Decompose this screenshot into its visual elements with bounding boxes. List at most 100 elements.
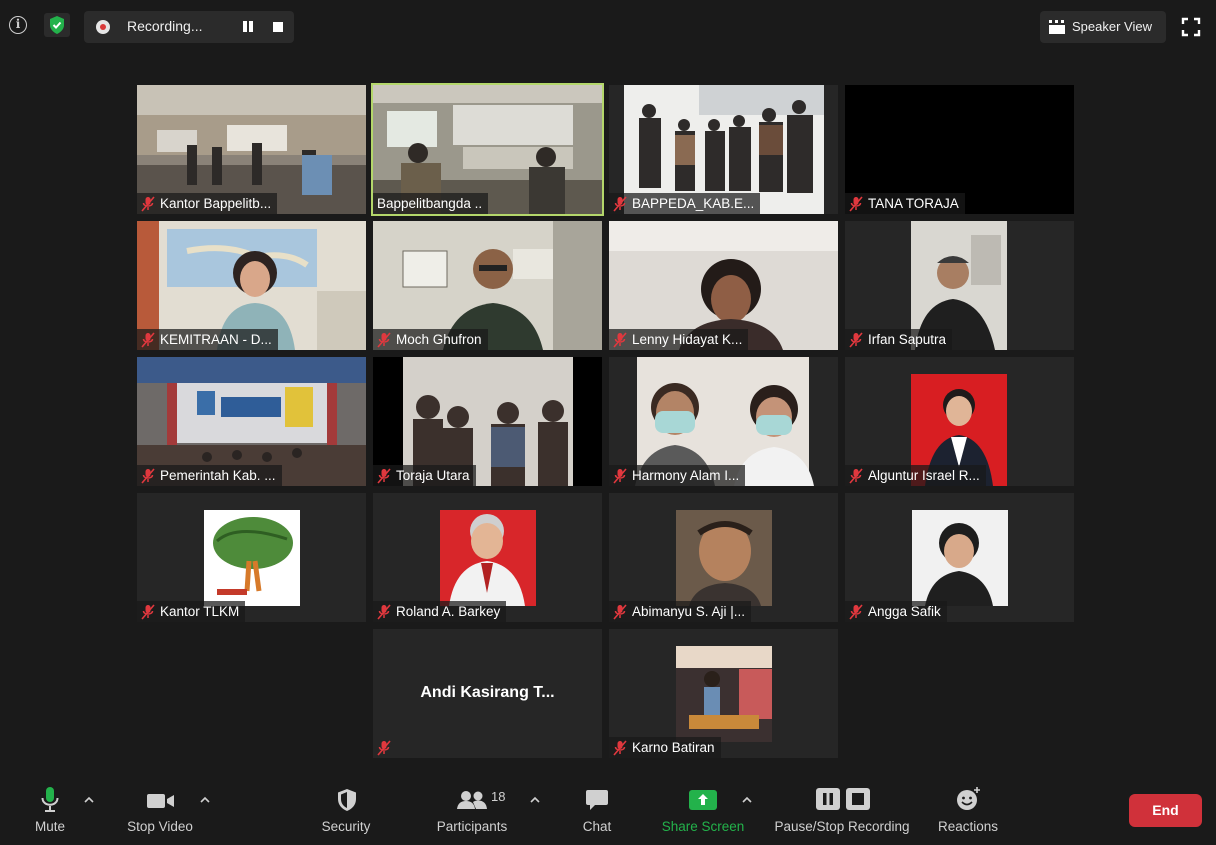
participant-name-tag: Pemerintah Kab. ... xyxy=(137,465,282,486)
smiley-reaction-icon xyxy=(957,787,980,810)
muted-mic-icon xyxy=(141,195,155,212)
recording-dot-icon xyxy=(96,20,110,34)
muted-mic-icon xyxy=(849,331,863,348)
speaker-view-label: Speaker View xyxy=(1072,19,1152,34)
participant-name: Kantor TLKM xyxy=(160,604,240,619)
participant-name: Abimanyu S. Aji |... xyxy=(632,604,746,619)
share-screen-label: Share Screen xyxy=(661,819,745,834)
participant-name: KEMITRAAN - D... xyxy=(160,332,272,347)
video-camera-icon xyxy=(147,794,174,808)
meeting-controls-toolbar: Mute Stop Video Security 18 Participants xyxy=(0,774,1216,845)
share-screen-icon xyxy=(689,790,717,810)
participant-tile[interactable]: Angga Safik xyxy=(845,493,1074,622)
speaker-view-icon xyxy=(1049,20,1065,34)
pause-stop-recording-icon xyxy=(816,788,870,810)
participant-tile[interactable]: Roland A. Barkey xyxy=(373,493,602,622)
muted-mic-icon xyxy=(377,603,391,620)
participant-name-tag: Bappelitbangda .. xyxy=(373,193,489,214)
participant-name-tag: Alguntur Israel R... xyxy=(845,465,986,486)
participant-tile[interactable]: Abimanyu S. Aji |... xyxy=(609,493,838,622)
participant-tile-no-video[interactable]: Andi Kasirang T... xyxy=(373,629,602,758)
speaker-view-button[interactable]: Speaker View xyxy=(1040,11,1166,43)
participant-name: Roland A. Barkey xyxy=(396,604,501,619)
participant-name-tag: TANA TORAJA xyxy=(845,193,965,214)
fullscreen-icon[interactable] xyxy=(1181,17,1201,37)
muted-mic-icon xyxy=(849,603,863,620)
participant-name: Harmony Alam I... xyxy=(632,468,740,483)
participant-name-tag: Irfan Saputra xyxy=(845,329,953,350)
participants-icon xyxy=(457,791,487,809)
participant-tile[interactable]: TANA TORAJA xyxy=(845,85,1074,214)
end-meeting-button[interactable]: End xyxy=(1129,794,1202,827)
pause-recording-icon[interactable] xyxy=(242,21,254,33)
participant-name-tag xyxy=(373,737,397,758)
participant-name-tag: BAPPEDA_KAB.E... xyxy=(609,193,761,214)
participants-count-badge: 18 xyxy=(491,789,506,804)
muted-mic-icon xyxy=(141,331,155,348)
muted-mic-icon xyxy=(141,467,155,484)
participant-name: Irfan Saputra xyxy=(868,332,947,347)
info-icon[interactable]: i xyxy=(9,16,27,34)
participant-display-name: Andi Kasirang T... xyxy=(420,684,555,701)
muted-mic-icon xyxy=(613,195,627,212)
stop-recording-icon[interactable] xyxy=(273,22,283,32)
participant-name-tag: Kantor Bappelitb... xyxy=(137,193,278,214)
chevron-up-icon[interactable] xyxy=(200,796,210,804)
participants-label: Participants xyxy=(436,819,508,834)
muted-mic-icon xyxy=(849,467,863,484)
security-label: Security xyxy=(321,819,371,834)
participant-tile[interactable]: Harmony Alam I... xyxy=(609,357,838,486)
microphone-icon xyxy=(41,787,59,812)
muted-mic-icon xyxy=(141,603,155,620)
chevron-up-icon[interactable] xyxy=(84,796,94,804)
participant-name-tag: Lenny Hidayat K... xyxy=(609,329,749,350)
chat-icon xyxy=(586,790,608,810)
participant-name: Bappelitbangda .. xyxy=(377,196,483,211)
shield-icon xyxy=(338,789,356,811)
chevron-up-icon[interactable] xyxy=(742,796,752,804)
muted-mic-icon xyxy=(377,331,391,348)
chevron-up-icon[interactable] xyxy=(530,796,540,804)
recording-indicator: Recording... xyxy=(84,11,294,43)
encryption-shield-icon[interactable] xyxy=(44,13,70,37)
participant-name-tag: Toraja Utara xyxy=(373,465,476,486)
mute-label: Mute xyxy=(34,819,66,834)
stop-video-label: Stop Video xyxy=(127,819,193,834)
participant-tile[interactable]: Irfan Saputra xyxy=(845,221,1074,350)
muted-mic-icon xyxy=(377,739,391,756)
participant-name-tag: Roland A. Barkey xyxy=(373,601,507,622)
participant-tile-active-speaker[interactable]: Bappelitbangda .. xyxy=(371,83,604,216)
participant-name-tag: Abimanyu S. Aji |... xyxy=(609,601,752,622)
participant-name: Alguntur Israel R... xyxy=(868,468,980,483)
participant-name: Kantor Bappelitb... xyxy=(160,196,272,211)
participant-name-tag: Harmony Alam I... xyxy=(609,465,746,486)
muted-mic-icon xyxy=(849,195,863,212)
participant-tile[interactable]: Karno Batiran xyxy=(609,629,838,758)
participant-name-tag: Kantor TLKM xyxy=(137,601,246,622)
muted-mic-icon xyxy=(613,603,627,620)
muted-mic-icon xyxy=(613,739,627,756)
recording-label: Recording... xyxy=(127,18,203,34)
participant-name: Lenny Hidayat K... xyxy=(632,332,743,347)
participant-tile[interactable]: Toraja Utara xyxy=(373,357,602,486)
meeting-top-bar: i Recording... Speaker View xyxy=(0,0,1216,56)
participant-name: Moch Ghufron xyxy=(396,332,482,347)
participant-tile[interactable]: Lenny Hidayat K... xyxy=(609,221,838,350)
participant-tile[interactable]: Moch Ghufron xyxy=(373,221,602,350)
participant-name-tag: KEMITRAAN - D... xyxy=(137,329,278,350)
muted-mic-icon xyxy=(613,331,627,348)
participant-name: Angga Safik xyxy=(868,604,941,619)
pause-stop-recording-label: Pause/Stop Recording xyxy=(774,819,910,834)
participant-tile[interactable]: KEMITRAAN - D... xyxy=(137,221,366,350)
participant-name: Toraja Utara xyxy=(396,468,470,483)
participant-tile[interactable]: Alguntur Israel R... xyxy=(845,357,1074,486)
participant-name: BAPPEDA_KAB.E... xyxy=(632,196,755,211)
participant-name: TANA TORAJA xyxy=(868,196,959,211)
participant-tile[interactable]: Kantor TLKM xyxy=(137,493,366,622)
participant-tile[interactable]: BAPPEDA_KAB.E... xyxy=(609,85,838,214)
participant-tile[interactable]: Kantor Bappelitb... xyxy=(137,85,366,214)
participant-tile[interactable]: Pemerintah Kab. ... xyxy=(137,357,366,486)
participant-name-tag: Moch Ghufron xyxy=(373,329,488,350)
muted-mic-icon xyxy=(377,467,391,484)
chat-label: Chat xyxy=(582,819,612,834)
